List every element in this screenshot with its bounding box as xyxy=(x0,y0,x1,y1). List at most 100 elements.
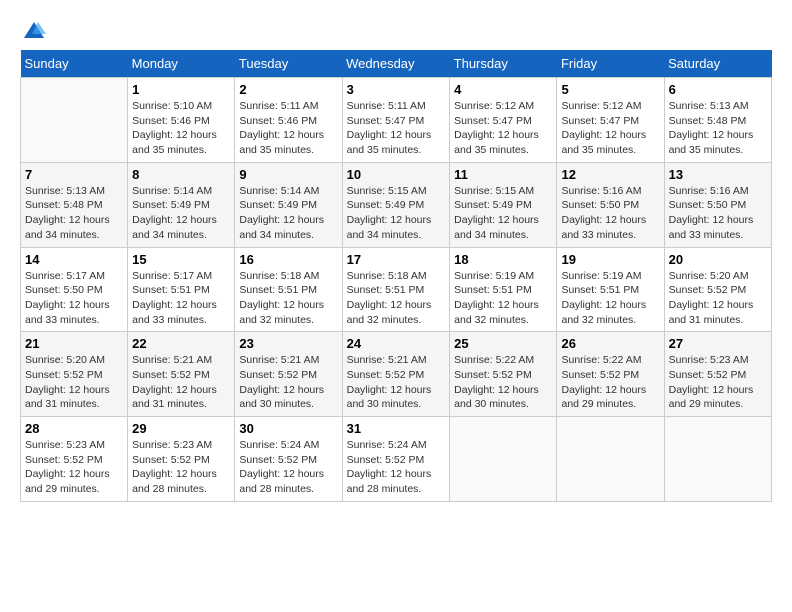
day-info: Sunrise: 5:24 AM Sunset: 5:52 PM Dayligh… xyxy=(347,438,446,497)
calendar-week-row: 1Sunrise: 5:10 AM Sunset: 5:46 PM Daylig… xyxy=(21,78,772,163)
calendar-cell: 14 Sunrise: 5:17 AM Sunset: 5:50 PM Dayli… xyxy=(21,247,128,332)
day-number: 2 xyxy=(239,82,337,97)
calendar-cell: 28 Sunrise: 5:23 AM Sunset: 5:52 PM Dayli… xyxy=(21,417,128,502)
calendar-cell: 25 Sunrise: 5:22 AM Sunset: 5:52 PM Dayli… xyxy=(450,332,557,417)
calendar-cell: 22 Sunrise: 5:21 AM Sunset: 5:52 PM Dayli… xyxy=(128,332,235,417)
day-info: Sunrise: 5:21 AM Sunset: 5:52 PM Dayligh… xyxy=(347,353,446,412)
day-info: Sunrise: 5:11 AM Sunset: 5:46 PM Dayligh… xyxy=(239,99,337,158)
day-info: Sunrise: 5:15 AM Sunset: 5:49 PM Dayligh… xyxy=(454,184,552,243)
logo xyxy=(20,20,48,40)
day-info: Sunrise: 5:13 AM Sunset: 5:48 PM Dayligh… xyxy=(25,184,123,243)
calendar-week-row: 7 Sunrise: 5:13 AM Sunset: 5:48 PM Daylig… xyxy=(21,162,772,247)
calendar-cell xyxy=(21,78,128,163)
day-number: 20 xyxy=(669,252,767,267)
day-number: 21 xyxy=(25,336,123,351)
day-info: Sunrise: 5:23 AM Sunset: 5:52 PM Dayligh… xyxy=(669,353,767,412)
header-day-saturday: Saturday xyxy=(664,50,771,78)
day-info: Sunrise: 5:16 AM Sunset: 5:50 PM Dayligh… xyxy=(561,184,659,243)
day-number: 9 xyxy=(239,167,337,182)
calendar-cell: 4 Sunrise: 5:12 AM Sunset: 5:47 PM Daylig… xyxy=(450,78,557,163)
header xyxy=(20,20,772,40)
calendar-cell: 17Sunrise: 5:18 AM Sunset: 5:51 PM Dayli… xyxy=(342,247,450,332)
day-number: 31 xyxy=(347,421,446,436)
day-number: 13 xyxy=(669,167,767,182)
day-number: 11 xyxy=(454,167,552,182)
header-day-tuesday: Tuesday xyxy=(235,50,342,78)
day-info: Sunrise: 5:12 AM Sunset: 5:47 PM Dayligh… xyxy=(561,99,659,158)
day-number: 6 xyxy=(669,82,767,97)
day-number: 7 xyxy=(25,167,123,182)
day-info: Sunrise: 5:22 AM Sunset: 5:52 PM Dayligh… xyxy=(561,353,659,412)
calendar-cell xyxy=(557,417,664,502)
calendar-cell: 5Sunrise: 5:12 AM Sunset: 5:47 PM Daylig… xyxy=(557,78,664,163)
calendar-cell: 3 Sunrise: 5:11 AM Sunset: 5:47 PM Daylig… xyxy=(342,78,450,163)
day-number: 26 xyxy=(561,336,659,351)
day-info: Sunrise: 5:19 AM Sunset: 5:51 PM Dayligh… xyxy=(454,269,552,328)
day-info: Sunrise: 5:23 AM Sunset: 5:52 PM Dayligh… xyxy=(25,438,123,497)
header-day-friday: Friday xyxy=(557,50,664,78)
calendar-cell xyxy=(450,417,557,502)
day-number: 29 xyxy=(132,421,230,436)
day-number: 16 xyxy=(239,252,337,267)
logo-icon xyxy=(22,20,46,40)
header-day-wednesday: Wednesday xyxy=(342,50,450,78)
header-day-thursday: Thursday xyxy=(450,50,557,78)
calendar-cell: 18 Sunrise: 5:19 AM Sunset: 5:51 PM Dayli… xyxy=(450,247,557,332)
calendar-cell: 15Sunrise: 5:17 AM Sunset: 5:51 PM Dayli… xyxy=(128,247,235,332)
calendar-cell: 1Sunrise: 5:10 AM Sunset: 5:46 PM Daylig… xyxy=(128,78,235,163)
day-info: Sunrise: 5:23 AM Sunset: 5:52 PM Dayligh… xyxy=(132,438,230,497)
calendar-table: SundayMondayTuesdayWednesdayThursdayFrid… xyxy=(20,50,772,502)
calendar-cell: 16 Sunrise: 5:18 AM Sunset: 5:51 PM Dayli… xyxy=(235,247,342,332)
day-info: Sunrise: 5:16 AM Sunset: 5:50 PM Dayligh… xyxy=(669,184,767,243)
calendar-week-row: 14 Sunrise: 5:17 AM Sunset: 5:50 PM Dayli… xyxy=(21,247,772,332)
calendar-cell: 24 Sunrise: 5:21 AM Sunset: 5:52 PM Dayli… xyxy=(342,332,450,417)
calendar-week-row: 21 Sunrise: 5:20 AM Sunset: 5:52 PM Dayli… xyxy=(21,332,772,417)
day-number: 3 xyxy=(347,82,446,97)
calendar-cell: 21 Sunrise: 5:20 AM Sunset: 5:52 PM Dayli… xyxy=(21,332,128,417)
day-number: 18 xyxy=(454,252,552,267)
calendar-cell: 11 Sunrise: 5:15 AM Sunset: 5:49 PM Dayli… xyxy=(450,162,557,247)
calendar-cell: 6Sunrise: 5:13 AM Sunset: 5:48 PM Daylig… xyxy=(664,78,771,163)
day-info: Sunrise: 5:18 AM Sunset: 5:51 PM Dayligh… xyxy=(239,269,337,328)
day-number: 1 xyxy=(132,82,230,97)
calendar-cell: 20Sunrise: 5:20 AM Sunset: 5:52 PM Dayli… xyxy=(664,247,771,332)
day-number: 24 xyxy=(347,336,446,351)
day-number: 25 xyxy=(454,336,552,351)
day-number: 10 xyxy=(347,167,446,182)
day-number: 22 xyxy=(132,336,230,351)
day-info: Sunrise: 5:22 AM Sunset: 5:52 PM Dayligh… xyxy=(454,353,552,412)
day-info: Sunrise: 5:19 AM Sunset: 5:51 PM Dayligh… xyxy=(561,269,659,328)
day-info: Sunrise: 5:18 AM Sunset: 5:51 PM Dayligh… xyxy=(347,269,446,328)
day-number: 8 xyxy=(132,167,230,182)
day-info: Sunrise: 5:17 AM Sunset: 5:50 PM Dayligh… xyxy=(25,269,123,328)
day-info: Sunrise: 5:12 AM Sunset: 5:47 PM Dayligh… xyxy=(454,99,552,158)
calendar-cell: 31 Sunrise: 5:24 AM Sunset: 5:52 PM Dayli… xyxy=(342,417,450,502)
calendar-week-row: 28 Sunrise: 5:23 AM Sunset: 5:52 PM Dayli… xyxy=(21,417,772,502)
day-number: 14 xyxy=(25,252,123,267)
calendar-cell: 13 Sunrise: 5:16 AM Sunset: 5:50 PM Dayli… xyxy=(664,162,771,247)
day-info: Sunrise: 5:14 AM Sunset: 5:49 PM Dayligh… xyxy=(132,184,230,243)
calendar-cell xyxy=(664,417,771,502)
calendar-cell: 26 Sunrise: 5:22 AM Sunset: 5:52 PM Dayli… xyxy=(557,332,664,417)
day-info: Sunrise: 5:11 AM Sunset: 5:47 PM Dayligh… xyxy=(347,99,446,158)
day-info: Sunrise: 5:21 AM Sunset: 5:52 PM Dayligh… xyxy=(132,353,230,412)
day-number: 28 xyxy=(25,421,123,436)
calendar-cell: 10Sunrise: 5:15 AM Sunset: 5:49 PM Dayli… xyxy=(342,162,450,247)
day-info: Sunrise: 5:17 AM Sunset: 5:51 PM Dayligh… xyxy=(132,269,230,328)
calendar-cell: 29 Sunrise: 5:23 AM Sunset: 5:52 PM Dayli… xyxy=(128,417,235,502)
calendar-cell: 23 Sunrise: 5:21 AM Sunset: 5:52 PM Dayli… xyxy=(235,332,342,417)
day-info: Sunrise: 5:24 AM Sunset: 5:52 PM Dayligh… xyxy=(239,438,337,497)
day-info: Sunrise: 5:21 AM Sunset: 5:52 PM Dayligh… xyxy=(239,353,337,412)
day-number: 23 xyxy=(239,336,337,351)
day-number: 30 xyxy=(239,421,337,436)
calendar-header-row: SundayMondayTuesdayWednesdayThursdayFrid… xyxy=(21,50,772,78)
day-number: 19 xyxy=(561,252,659,267)
header-day-sunday: Sunday xyxy=(21,50,128,78)
day-info: Sunrise: 5:14 AM Sunset: 5:49 PM Dayligh… xyxy=(239,184,337,243)
calendar-cell: 27Sunrise: 5:23 AM Sunset: 5:52 PM Dayli… xyxy=(664,332,771,417)
calendar-cell: 19 Sunrise: 5:19 AM Sunset: 5:51 PM Dayli… xyxy=(557,247,664,332)
day-info: Sunrise: 5:20 AM Sunset: 5:52 PM Dayligh… xyxy=(25,353,123,412)
calendar-cell: 9 Sunrise: 5:14 AM Sunset: 5:49 PM Daylig… xyxy=(235,162,342,247)
day-number: 4 xyxy=(454,82,552,97)
header-day-monday: Monday xyxy=(128,50,235,78)
